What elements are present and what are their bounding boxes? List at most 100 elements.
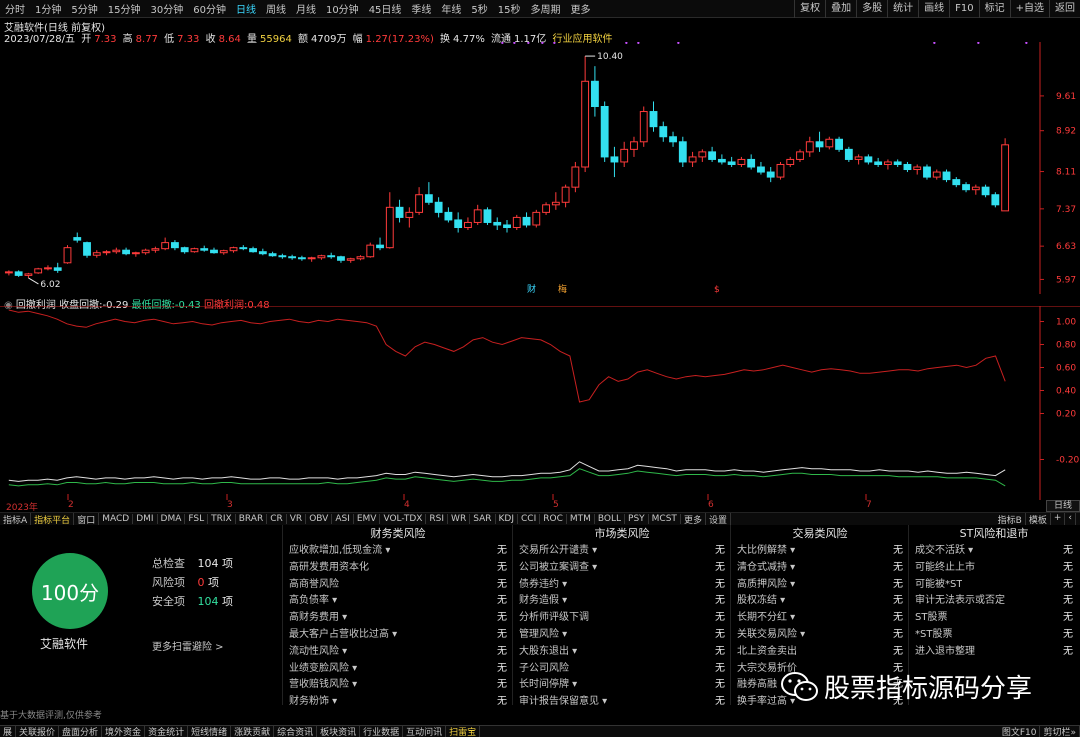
- indicator-tab-23[interactable]: PSY: [625, 514, 649, 524]
- status-right-item-1[interactable]: 剪切栏»: [1040, 725, 1080, 737]
- indicator-tab-15[interactable]: RSI: [426, 514, 449, 524]
- risk-check-row[interactable]: 营收赔钱风险 ▾ 无: [285, 677, 511, 694]
- risk-check-row[interactable]: 大股东退出 ▾ 无: [515, 644, 729, 661]
- period-tab-13[interactable]: 5秒: [466, 1, 492, 16]
- indicator-tab-20[interactable]: ROC: [540, 514, 567, 524]
- risk-check-row[interactable]: 流动性风险 ▾ 无: [285, 644, 511, 661]
- status-tab-6[interactable]: 涨跌贡献: [231, 725, 275, 737]
- period-tab-16[interactable]: 更多: [566, 1, 596, 16]
- indicator-tab-6[interactable]: FSL: [185, 514, 209, 524]
- status-tab-9[interactable]: 行业数据: [360, 725, 404, 737]
- indicator-tab-13[interactable]: EMV: [354, 514, 381, 524]
- status-tab-1[interactable]: 关联报价: [16, 725, 60, 737]
- indicator-tab-26[interactable]: 设置: [706, 512, 731, 526]
- indicator-tab-1[interactable]: 指标平台: [31, 512, 75, 526]
- risk-check-row[interactable]: 财务粉饰 ▾ 无: [285, 694, 511, 711]
- indicator-tab-7[interactable]: TRIX: [208, 514, 236, 524]
- drawdown-indicator-chart[interactable]: 1.00 0.80 0.60 0.40 0.20 -0.20: [0, 306, 1080, 500]
- tool-button-2[interactable]: 多股: [856, 0, 887, 18]
- indicator-tab-12[interactable]: ASI: [332, 514, 354, 524]
- risk-check-row[interactable]: 关联交易风险 ▾ 无: [733, 627, 907, 644]
- risk-check-row[interactable]: 审计无法表示或否定 无: [911, 593, 1077, 610]
- risk-check-row[interactable]: 高质押风险 ▾ 无: [733, 577, 907, 594]
- indicator-tab-9[interactable]: CR: [267, 514, 287, 524]
- indicator-tab-0[interactable]: 指标A: [0, 512, 32, 526]
- risk-check-row[interactable]: 交易所公开谴责 ▾ 无: [515, 543, 729, 560]
- risk-check-row[interactable]: 大比例解禁 ▾ 无: [733, 543, 907, 560]
- risk-check-row[interactable]: 高财务费用 ▾ 无: [285, 610, 511, 627]
- period-tab-2[interactable]: 5分钟: [66, 1, 102, 16]
- period-tab-9[interactable]: 10分钟: [321, 1, 364, 16]
- indicator-tab-14[interactable]: VOL-TDX: [380, 514, 427, 524]
- risk-check-row[interactable]: 债券违约 ▾ 无: [515, 577, 729, 594]
- tool-button-8[interactable]: 返回: [1049, 0, 1080, 18]
- period-tab-8[interactable]: 月线: [291, 1, 321, 16]
- tool-button-1[interactable]: 叠加: [825, 0, 856, 18]
- tool-button-3[interactable]: 统计: [887, 0, 918, 18]
- period-tab-5[interactable]: 60分钟: [188, 1, 231, 16]
- indicator-tab-3[interactable]: MACD: [99, 514, 134, 524]
- indicator-tab-25[interactable]: 更多: [681, 512, 706, 526]
- indicator-tab-21[interactable]: MTM: [567, 514, 595, 524]
- risk-check-row[interactable]: 高研发费用资本化 无: [285, 560, 511, 577]
- risk-check-row[interactable]: 高商誉风险 无: [285, 577, 511, 594]
- risk-check-row[interactable]: 子公司风险 无: [515, 661, 729, 678]
- status-tab-0[interactable]: 展: [0, 725, 17, 737]
- period-tab-0[interactable]: 分时: [0, 1, 30, 16]
- period-label[interactable]: 日线: [1046, 500, 1080, 512]
- risk-check-row[interactable]: 业绩变脸风险 ▾ 无: [285, 661, 511, 678]
- indicator-tab-11[interactable]: OBV: [306, 514, 333, 524]
- tool-button-4[interactable]: 画线: [918, 0, 949, 18]
- period-tab-6[interactable]: 日线: [231, 1, 261, 16]
- risk-check-row[interactable]: 北上资金卖出 无: [733, 644, 907, 661]
- status-tab-2[interactable]: 盘面分析: [59, 725, 103, 737]
- period-tab-11[interactable]: 季线: [406, 1, 436, 16]
- candlestick-chart[interactable]: 9.61 8.92 8.11 7.37 6.63 5.97 10.40 6.02 • • • • • • •…: [0, 42, 1080, 294]
- period-tab-4[interactable]: 30分钟: [145, 1, 188, 16]
- period-tab-7[interactable]: 周线: [261, 1, 291, 16]
- risk-check-row[interactable]: 分析师评级下调 无: [515, 610, 729, 627]
- indicator-tab-16[interactable]: WR: [448, 514, 471, 524]
- risk-check-row[interactable]: 管理风险 ▾ 无: [515, 627, 729, 644]
- risk-check-row[interactable]: 最大客户占营收比过高 ▾ 无: [285, 627, 511, 644]
- period-tab-1[interactable]: 1分钟: [30, 1, 66, 16]
- risk-check-row[interactable]: 应收款增加,低现金流 ▾ 无: [285, 543, 511, 560]
- risk-check-row[interactable]: ST股票 无: [911, 610, 1077, 627]
- risk-check-row[interactable]: *ST股票 无: [911, 627, 1077, 644]
- indicator-tab-22[interactable]: BOLL: [595, 514, 626, 524]
- risk-check-row[interactable]: 长期不分红 ▾ 无: [733, 610, 907, 627]
- indicator-tab-17[interactable]: SAR: [470, 514, 496, 524]
- status-tab-5[interactable]: 短线情绪: [188, 725, 232, 737]
- tool-button-0[interactable]: 复权: [794, 0, 825, 18]
- tool-button-7[interactable]: +自选: [1009, 0, 1049, 18]
- period-tab-15[interactable]: 多周期: [526, 1, 566, 16]
- indicator-tab-19[interactable]: CCI: [518, 514, 541, 524]
- indicator-tab-18[interactable]: KDJ: [496, 514, 518, 524]
- risk-check-row[interactable]: 股权冻结 ▾ 无: [733, 593, 907, 610]
- risk-check-row[interactable]: 公司被立案调查 ▾ 无: [515, 560, 729, 577]
- indicator-tab-2[interactable]: 窗口: [74, 512, 100, 526]
- tool-button-5[interactable]: F10: [949, 0, 978, 18]
- risk-check-row[interactable]: 高负债率 ▾ 无: [285, 593, 511, 610]
- period-tab-10[interactable]: 45日线: [364, 1, 407, 16]
- status-tab-8[interactable]: 板块资讯: [317, 725, 361, 737]
- risk-check-row[interactable]: 清仓式减持 ▾ 无: [733, 560, 907, 577]
- status-tab-7[interactable]: 综合资讯: [274, 725, 318, 737]
- status-tab-10[interactable]: 互动问讯: [403, 725, 447, 737]
- risk-check-row[interactable]: 可能终止上市 无: [911, 560, 1077, 577]
- risk-check-row[interactable]: 进入退市整理 无: [911, 644, 1077, 661]
- period-tab-12[interactable]: 年线: [436, 1, 466, 16]
- risk-check-row[interactable]: 财务造假 ▾ 无: [515, 593, 729, 610]
- period-tab-14[interactable]: 15秒: [493, 1, 526, 16]
- indicator-tab-4[interactable]: DMI: [133, 514, 158, 524]
- risk-check-row[interactable]: 长时间停牌 ▾ 无: [515, 677, 729, 694]
- risk-check-row[interactable]: 成交不活跃 ▾ 无: [911, 543, 1077, 560]
- status-tab-4[interactable]: 资金统计: [145, 725, 189, 737]
- status-tab-3[interactable]: 境外资金: [102, 725, 146, 737]
- status-right-item-0[interactable]: 图文F10: [999, 725, 1041, 737]
- status-tab-11[interactable]: 扫雷宝: [446, 725, 481, 737]
- indicator-tab-10[interactable]: VR: [287, 514, 307, 524]
- risk-check-row[interactable]: 审计报告保留意见 ▾ 无: [515, 694, 729, 711]
- risk-check-row[interactable]: 可能被*ST 无: [911, 577, 1077, 594]
- indicator-tab-8[interactable]: BRAR: [236, 514, 268, 524]
